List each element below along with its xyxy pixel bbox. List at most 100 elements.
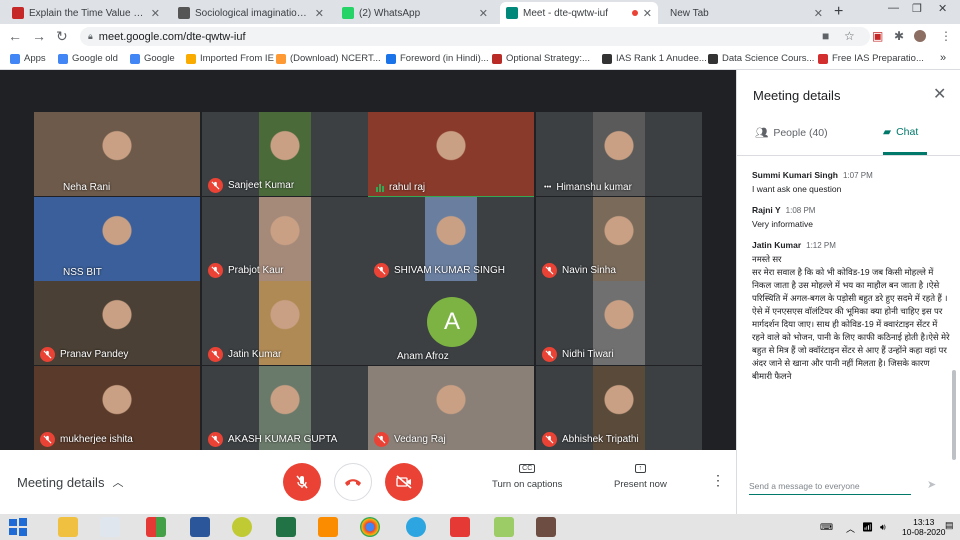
network-icon[interactable]: 📶︎	[862, 522, 873, 533]
bookmark-item[interactable]: Free IAS Preparatio...	[818, 53, 924, 64]
keyboard-icon[interactable]: ⌨︎	[820, 522, 833, 533]
close-tab-icon[interactable]: ✕	[479, 7, 488, 20]
address-bar[interactable]: 🔒︎ meet.google.com/dte-qwtw-iuf	[80, 27, 870, 46]
browser-tab[interactable]: Meet - dte-qwtw-iuf ✕	[500, 2, 658, 24]
forward-icon[interactable]: →	[32, 28, 46, 44]
participant-tile[interactable]: NSS BIT	[34, 197, 200, 281]
participant-tile[interactable]: Navin Sinha	[536, 197, 702, 281]
participant-tile[interactable]: Sanjeet Kumar	[202, 112, 368, 196]
microphone-toggle-button[interactable]	[283, 463, 321, 501]
chrome-icon[interactable]	[360, 517, 380, 537]
profile-avatar[interactable]	[914, 30, 926, 42]
participant-tile[interactable]: Nidhi Tiwari	[536, 281, 702, 365]
participant-tile[interactable]: A Anam Afroz	[368, 281, 534, 365]
tray-chevron-icon[interactable]: ︿	[846, 522, 855, 535]
bookmark-item[interactable]: Google	[130, 53, 175, 64]
chat-sender: Jatin Kumar	[752, 240, 802, 250]
participant-tile[interactable]: mukherjee ishita	[34, 366, 200, 450]
tab-people[interactable]: 👥︎ People (40)	[755, 126, 828, 140]
chat-time: 1:12 PM	[806, 241, 836, 250]
whatsapp-icon	[342, 7, 354, 19]
chat-time: 1:08 PM	[785, 206, 816, 215]
participant-tile[interactable]: AKASH KUMAR GUPTA	[202, 366, 368, 450]
chat-sender: Rajni Y	[752, 205, 781, 215]
windows-start-icon[interactable]	[8, 517, 28, 537]
participant-tile[interactable]: Vedang Raj	[368, 366, 534, 450]
volume-icon[interactable]: 🔊︎	[880, 522, 886, 533]
app-icon[interactable]	[146, 517, 166, 537]
reload-icon[interactable]: ↻	[56, 28, 68, 45]
captions-icon: CC	[519, 464, 536, 473]
close-window-button[interactable]: ✕	[938, 2, 947, 15]
chat-message-list[interactable]: Summi Kumari Singh 1:07 PM I want ask one …	[752, 170, 952, 450]
chat-text: Very informative	[752, 219, 813, 229]
meeting-details-toggle[interactable]: Meeting details ︿	[17, 474, 123, 490]
participant-tile[interactable]: Pranav Pandey	[34, 281, 200, 365]
bookmark-item[interactable]: Apps	[10, 53, 46, 64]
bookmark-item[interactable]: Optional Strategy:...	[492, 53, 590, 64]
participant-tile[interactable]: ••• Himanshu kumar	[536, 112, 702, 196]
file-explorer-icon[interactable]	[58, 517, 78, 537]
tab-title: (2) WhatsApp	[359, 7, 421, 19]
bookmark-item[interactable]: Foreword (in Hindi)...	[386, 53, 489, 64]
sublime-icon[interactable]	[536, 517, 556, 537]
participant-tile[interactable]: Neha Rani	[34, 112, 200, 196]
present-now-button[interactable]: ↑ Present now	[614, 464, 667, 490]
participant-tile[interactable]: Abhishek Tripathi	[536, 366, 702, 450]
telegram-icon[interactable]	[406, 517, 426, 537]
browser-tab[interactable]: Explain the Time Value of Mone ✕	[6, 2, 166, 24]
send-icon[interactable]: ➤	[927, 478, 936, 491]
mic-muted-icon	[542, 432, 557, 447]
browser-tab[interactable]: (2) WhatsApp ✕	[336, 2, 494, 24]
extension-icon[interactable]: ▣	[872, 29, 883, 43]
bookmark-item[interactable]: IAS Rank 1 Anudee...	[602, 53, 707, 64]
camera-icon[interactable]: ■	[822, 29, 829, 43]
app-icon-3[interactable]	[494, 517, 514, 537]
bookmark-item[interactable]: (Download) NCERT...	[276, 53, 381, 64]
close-tab-icon[interactable]: ✕	[151, 7, 160, 20]
bookmark-item[interactable]: Data Science Cours...	[708, 53, 814, 64]
tab-chat[interactable]: ▰ Chat	[883, 126, 918, 138]
app-icon-2[interactable]	[232, 517, 252, 537]
participant-tile[interactable]: Jatin Kumar	[202, 281, 368, 365]
meeting-details-panel: Meeting details ✕ 👥︎ People (40) ▰ Chat …	[736, 70, 960, 514]
more-options-icon[interactable]: ⋮	[711, 472, 725, 489]
speaking-indicator-icon	[376, 183, 384, 192]
browser-tab[interactable]: Sociological imagination - Wiki ✕	[172, 2, 330, 24]
close-tab-icon[interactable]: ✕	[315, 7, 324, 20]
puzzle-icon[interactable]: ✱	[894, 29, 904, 43]
close-tab-icon[interactable]: ✕	[814, 7, 823, 20]
participant-tile[interactable]: Prabjot Kaur	[202, 197, 368, 281]
leave-call-button[interactable]	[334, 463, 372, 501]
xampp-icon[interactable]	[318, 517, 338, 537]
excel-icon[interactable]	[276, 517, 296, 537]
word-icon[interactable]	[190, 517, 210, 537]
meet-icon	[506, 7, 518, 19]
browser-tab[interactable]: New Tab ✕	[664, 2, 829, 24]
new-tab-button[interactable]: +	[834, 3, 843, 21]
back-icon[interactable]: ←	[8, 28, 22, 44]
menu-icon[interactable]: ⋮	[940, 29, 952, 43]
bookmark-item[interactable]: Google old	[58, 53, 118, 64]
pdf-reader-icon[interactable]	[450, 517, 470, 537]
notifications-icon[interactable]: ▤	[945, 520, 954, 531]
restore-button[interactable]: ❐	[912, 2, 922, 15]
participant-tile[interactable]: rahul raj	[368, 112, 534, 198]
close-tab-icon[interactable]: ✕	[643, 7, 652, 20]
meet-bottom-bar: Meeting details ︿ CC Turn on captions ↑ …	[0, 450, 736, 514]
system-clock[interactable]: 13:13 10-08-2020	[902, 517, 945, 537]
minimize-button[interactable]: —	[888, 2, 899, 14]
chat-scrollbar[interactable]	[952, 370, 956, 460]
bookmark-label: Foreword (in Hindi)...	[400, 53, 489, 64]
captions-button[interactable]: CC Turn on captions	[492, 464, 562, 490]
notepad-icon[interactable]	[100, 517, 120, 537]
chat-time: 1:07 PM	[842, 171, 873, 180]
chat-message-input[interactable]: Send a message to everyone	[749, 481, 911, 495]
participant-tile[interactable]: SHIVAM KUMAR SINGH	[368, 197, 534, 281]
heart-icon	[818, 53, 828, 64]
close-panel-icon[interactable]: ✕	[933, 84, 946, 104]
bookmark-item[interactable]: Imported From IE	[186, 53, 274, 64]
camera-toggle-button[interactable]	[385, 463, 423, 501]
bookmark-star-icon[interactable]: ☆	[844, 29, 855, 43]
more-bookmarks-icon[interactable]: »	[940, 52, 946, 64]
